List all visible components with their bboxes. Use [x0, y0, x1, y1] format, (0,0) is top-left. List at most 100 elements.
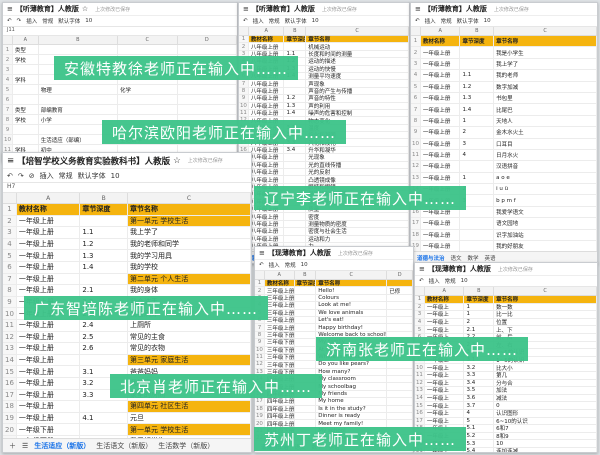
table-cell[interactable]: 一年级上 [425, 417, 465, 425]
table-cell[interactable] [387, 368, 413, 376]
table-cell[interactable] [460, 218, 495, 229]
table-cell[interactable]: 汉语拼音 [494, 161, 597, 172]
table-cell[interactable] [295, 324, 317, 331]
table-cell[interactable]: Happy birthday! [316, 324, 388, 331]
table-cell[interactable]: 三年级上册 [265, 309, 295, 316]
table-cell[interactable]: 5.3 [464, 440, 495, 447]
table-cell[interactable]: 一年级上册 [17, 331, 81, 343]
table-cell[interactable] [295, 339, 317, 346]
row-number[interactable]: 9 [411, 127, 421, 138]
table-cell[interactable]: 八年级上册 [249, 235, 285, 242]
table-cell[interactable] [13, 65, 39, 74]
table-cell[interactable] [13, 125, 39, 134]
table-cell[interactable]: 三年级下册 [265, 339, 295, 346]
row-number[interactable]: 12 [255, 361, 265, 368]
table-cell[interactable] [284, 220, 307, 228]
table-cell[interactable]: 第一单元 学校生活 [128, 424, 251, 435]
table-cell[interactable]: b p m f [494, 195, 597, 206]
font-select[interactable]: 默认字体 [78, 171, 106, 181]
table-cell[interactable] [284, 176, 307, 183]
row-number[interactable]: 6 [3, 95, 13, 104]
row-number[interactable]: 15 [3, 366, 17, 377]
table-cell[interactable]: 声的利用 [306, 102, 409, 109]
table-cell[interactable] [284, 154, 307, 161]
table-cell[interactable] [39, 45, 119, 54]
row-number[interactable]: 5 [415, 326, 425, 333]
table-cell[interactable] [295, 287, 317, 294]
row-number[interactable]: 17 [3, 389, 17, 401]
row-number[interactable]: 17 [411, 218, 421, 229]
table-cell[interactable]: My home [316, 398, 388, 405]
column-header[interactable]: A [13, 36, 39, 44]
table-cell[interactable]: My schoolbag [316, 383, 388, 390]
table-cell[interactable]: 位置 [494, 318, 597, 326]
table-cell[interactable]: 比尾巴 [494, 104, 597, 115]
table-cell[interactable]: 1.1 [460, 70, 495, 81]
table-cell[interactable]: 8和9 [494, 432, 597, 440]
table-cell[interactable] [80, 424, 128, 435]
row-number[interactable]: 7 [239, 80, 249, 87]
row-number[interactable]: 10 [415, 364, 425, 371]
table-cell[interactable] [387, 324, 413, 331]
row-number[interactable]: 1 [3, 204, 17, 215]
row-number[interactable]: 3 [3, 65, 13, 74]
header-cell[interactable]: 教材名称 [248, 36, 285, 43]
table-cell[interactable] [387, 383, 413, 390]
table-cell[interactable]: 一年级上册 [17, 377, 81, 389]
row-number[interactable]: 10 [411, 138, 421, 149]
insert-button[interactable]: 插入 [253, 17, 264, 25]
table-cell[interactable]: Dinner is ready [316, 413, 388, 420]
table-cell[interactable]: 学科 [13, 75, 39, 84]
table-cell[interactable]: 一年级上册 [421, 127, 461, 138]
table-cell[interactable]: 密度 [306, 213, 409, 220]
table-cell[interactable] [387, 316, 413, 324]
table-cell[interactable] [295, 353, 317, 361]
table-cell[interactable]: Meet my family! [316, 420, 388, 427]
table-cell[interactable]: 5.4 [464, 447, 495, 452]
format-select[interactable]: 常规 [441, 17, 452, 25]
table-cell[interactable]: 八年级上册 [249, 43, 285, 50]
table-cell[interactable]: 4 [460, 149, 495, 161]
insert-button[interactable]: 插入 [425, 17, 436, 25]
row-number[interactable]: 4 [3, 75, 13, 84]
table-cell[interactable]: 一年级上册 [421, 241, 461, 252]
table-cell[interactable]: 口耳目 [494, 138, 597, 149]
table-cell[interactable]: Colours [316, 294, 388, 302]
table-cell[interactable]: 日月水火 [494, 149, 597, 161]
table-cell[interactable]: 四年级上册 [265, 398, 295, 405]
table-cell[interactable]: 2 [464, 318, 495, 326]
format-select[interactable]: 常规 [445, 277, 456, 285]
table-cell[interactable]: 我的学校 [128, 261, 251, 273]
undo-icon[interactable]: ↶ [7, 172, 13, 180]
table-cell[interactable]: 第二单元 个人生活 [128, 273, 251, 285]
table-cell[interactable]: 八年级上册 [249, 154, 285, 161]
table-cell[interactable]: 一年级上 [425, 402, 465, 409]
row-number[interactable]: 19 [255, 413, 265, 420]
row-number[interactable]: 2 [415, 303, 425, 311]
table-cell[interactable] [284, 161, 307, 168]
table-cell[interactable]: 数一数 [494, 303, 597, 311]
table-cell[interactable]: 1.4 [460, 104, 495, 115]
table-cell[interactable]: 1.2 [80, 238, 128, 250]
table-cell[interactable]: 一年级上 [425, 311, 465, 318]
table-cell[interactable]: 语文园地 [494, 218, 597, 229]
table-cell[interactable]: 八年级上册 [249, 228, 285, 235]
table-cell[interactable]: 一年级上册 [17, 354, 81, 366]
header-cell[interactable]: 教材名称 [16, 204, 81, 215]
table-cell[interactable] [118, 95, 178, 104]
table-cell[interactable] [387, 361, 413, 368]
sheet-tab[interactable]: 英语 [485, 254, 496, 262]
table-cell[interactable]: 部编教育 [39, 105, 119, 114]
table-cell[interactable]: Hello! [316, 287, 388, 294]
table-cell[interactable]: 三年级上册 [265, 294, 295, 302]
font-size-select[interactable]: 10 [312, 18, 319, 24]
font-select[interactable]: 默认字体 [58, 17, 80, 25]
row-number[interactable]: 9 [3, 296, 17, 308]
table-cell[interactable] [284, 43, 307, 50]
table-cell[interactable]: 4 [464, 409, 495, 417]
table-cell[interactable]: 一年级上册 [421, 138, 461, 149]
star-icon[interactable]: ☆ [173, 156, 181, 166]
row-number[interactable]: 5 [3, 85, 13, 94]
table-cell[interactable] [80, 273, 128, 285]
table-cell[interactable]: 一年级上册 [421, 92, 461, 104]
